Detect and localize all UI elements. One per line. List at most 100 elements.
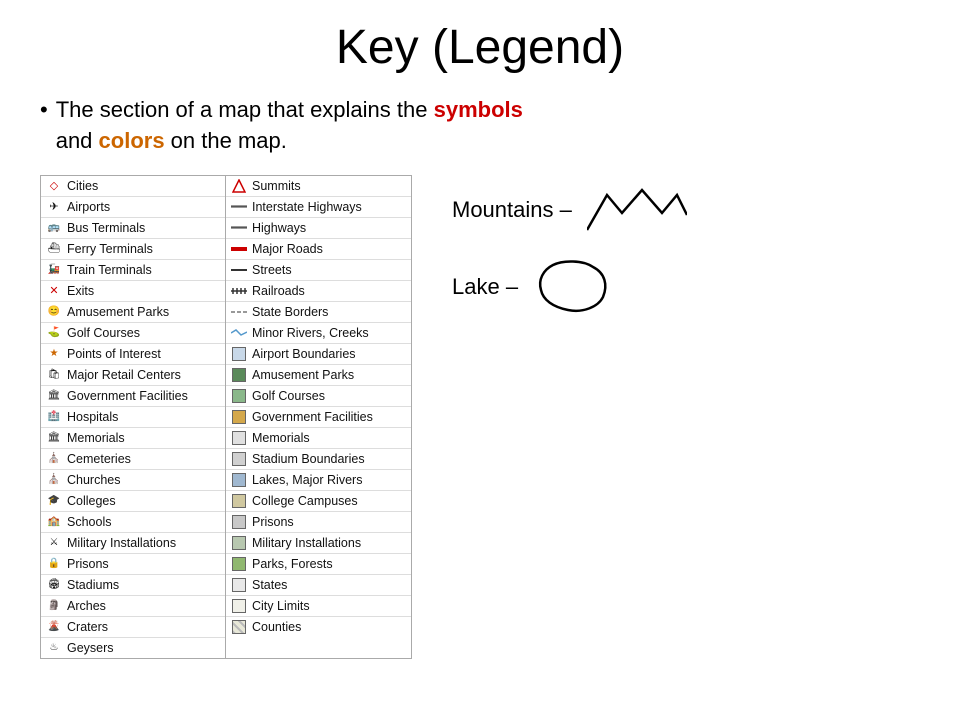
legend-item: City Limits (226, 596, 411, 617)
legend-item: Prisons (226, 512, 411, 533)
legend-left-col: ◇ Cities ✈ Airports 🚌 Bus Terminals ⛴ Fe… (41, 176, 226, 658)
legend-item: Golf Courses (226, 386, 411, 407)
lake-label: Lake – (452, 274, 518, 300)
legend-right-col: Summits Interstate Highways Highways Maj… (226, 176, 411, 658)
legend-label: Parks, Forests (252, 557, 333, 571)
legend-item: ✈ Airports (41, 197, 225, 218)
legend-item: 🏛 Memorials (41, 428, 225, 449)
legend-label: Airport Boundaries (252, 347, 356, 361)
legend-label: Amusement Parks (67, 305, 169, 319)
intro-text-before: The section of a map that explains the (56, 97, 434, 122)
mountain-icon (587, 185, 687, 235)
legend-label: Lakes, Major Rivers (252, 473, 362, 487)
legend-icon (231, 577, 247, 593)
legend-icon (231, 430, 247, 446)
legend-icon: 🏛 (46, 388, 62, 404)
legend-item: College Campuses (226, 491, 411, 512)
legend-icon: 😊 (46, 304, 62, 320)
legend-label: Arches (67, 599, 106, 613)
legend-icon (231, 598, 247, 614)
legend-icon (231, 283, 247, 299)
legend-icon (231, 409, 247, 425)
legend-label: Churches (67, 473, 121, 487)
legend-label: Memorials (252, 431, 310, 445)
mountains-lake-section: Mountains – Lake – (442, 175, 687, 320)
legend-item: Parks, Forests (226, 554, 411, 575)
legend-label: Golf Courses (252, 389, 325, 403)
legend-item: 😊 Amusement Parks (41, 302, 225, 323)
lake-row: Lake – (452, 255, 687, 320)
legend-label: Major Retail Centers (67, 368, 181, 382)
legend-item: Memorials (226, 428, 411, 449)
legend-label: Railroads (252, 284, 305, 298)
legend-item: ⛪ Cemeteries (41, 449, 225, 470)
intro-section: • The section of a map that explains the… (40, 95, 560, 157)
legend-item: Military Installations (226, 533, 411, 554)
legend-label: Counties (252, 620, 301, 634)
legend-label: Schools (67, 515, 111, 529)
legend-icon: 🎓 (46, 493, 62, 509)
legend-label: Airports (67, 200, 110, 214)
legend-icon (231, 535, 247, 551)
legend-item: Highways (226, 218, 411, 239)
legend-label: Geysers (67, 641, 114, 655)
legend-icon (231, 304, 247, 320)
legend-label: Military Installations (67, 536, 176, 550)
legend-icon: ♨ (46, 640, 62, 656)
mountains-label: Mountains – (452, 197, 572, 223)
legend-icon (231, 178, 247, 194)
legend-icon: ⚔ (46, 535, 62, 551)
legend-label: Colleges (67, 494, 116, 508)
legend-label: City Limits (252, 599, 310, 613)
legend-icon (231, 325, 247, 341)
legend-table: ◇ Cities ✈ Airports 🚌 Bus Terminals ⛴ Fe… (40, 175, 412, 659)
legend-item: Summits (226, 176, 411, 197)
legend-icon: 🏥 (46, 409, 62, 425)
legend-item: Interstate Highways (226, 197, 411, 218)
legend-label: Interstate Highways (252, 200, 362, 214)
legend-label: Prisons (252, 515, 294, 529)
legend-label: Ferry Terminals (67, 242, 153, 256)
legend-icon: 🏫 (46, 514, 62, 530)
legend-icon: 🏛 (46, 430, 62, 446)
legend-label: Cities (67, 179, 98, 193)
page-title: Key (Legend) (40, 20, 920, 75)
bullet-point: • (40, 97, 48, 123)
legend-item: Minor Rivers, Creeks (226, 323, 411, 344)
legend-label: Golf Courses (67, 326, 140, 340)
legend-icon: 🔒 (46, 556, 62, 572)
legend-icon: ★ (46, 346, 62, 362)
legend-item: States (226, 575, 411, 596)
legend-item: ✕ Exits (41, 281, 225, 302)
legend-item: 🏫 Schools (41, 512, 225, 533)
legend-icon (231, 241, 247, 257)
intro-text-middle: and (56, 128, 99, 153)
legend-icon (231, 451, 247, 467)
colors-word: colors (99, 128, 165, 153)
legend-item: 🌋 Craters (41, 617, 225, 638)
legend-icon (231, 619, 247, 635)
intro-text: The section of a map that explains the s… (56, 95, 560, 157)
legend-item: 🎓 Colleges (41, 491, 225, 512)
legend-label: Bus Terminals (67, 221, 145, 235)
legend-item: Stadium Boundaries (226, 449, 411, 470)
legend-icon (231, 346, 247, 362)
legend-item: Government Facilities (226, 407, 411, 428)
legend-icon: ✕ (46, 283, 62, 299)
legend-icon: ⛳ (46, 325, 62, 341)
legend-label: Craters (67, 620, 108, 634)
legend-item: State Borders (226, 302, 411, 323)
legend-label: Hospitals (67, 410, 118, 424)
legend-icon: 🛍 (46, 367, 62, 383)
legend-icon: ⛪ (46, 472, 62, 488)
legend-icon: ⛴ (46, 241, 62, 257)
legend-item: ⛴ Ferry Terminals (41, 239, 225, 260)
legend-item: 🗿 Arches (41, 596, 225, 617)
legend-item: 🏥 Hospitals (41, 407, 225, 428)
legend-label: Train Terminals (67, 263, 152, 277)
legend-icon: 🗿 (46, 598, 62, 614)
legend-icon (231, 199, 247, 215)
legend-label: Cemeteries (67, 452, 131, 466)
legend-label: States (252, 578, 287, 592)
legend-label: Points of Interest (67, 347, 161, 361)
